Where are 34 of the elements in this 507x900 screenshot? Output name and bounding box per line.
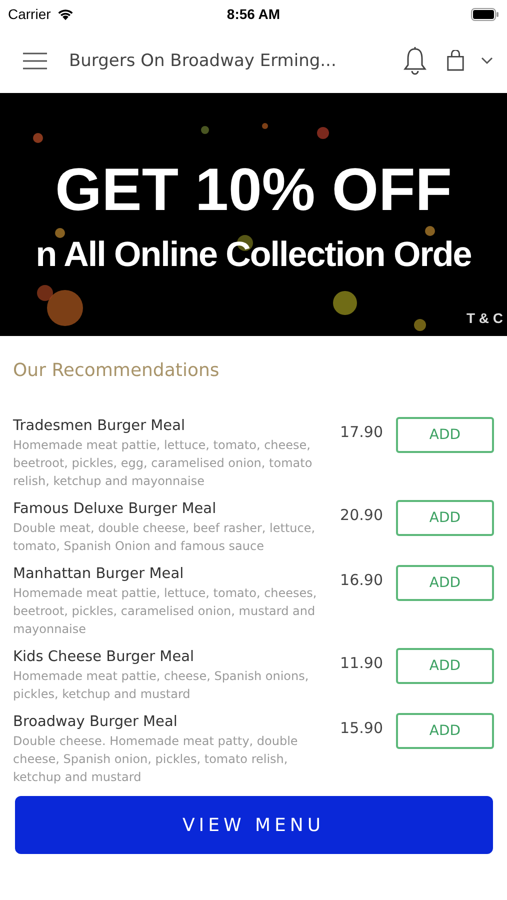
add-button[interactable]: ADD [396,500,494,536]
restaurant-title[interactable]: Burgers On Broadway Erming... [69,50,402,70]
add-button[interactable]: ADD [396,417,494,453]
item-name: Kids Cheese Burger Meal [13,648,196,667]
add-button[interactable]: ADD [396,713,494,749]
terms-label: T & C [466,310,503,326]
item-description: Homemade meat pattie, lettuce, tomato, cheeses, beetroot, pickles, caramelised onion, mustard and mayonnaise [13,585,318,638]
view-menu-button[interactable]: VIEW MENU [14,796,492,854]
carrier-label: Carrier [8,6,51,22]
item-description: Double cheese. Homemade meat patty, double cheese, Spanish onion, pickles, tomato relish, ketchup and mustard [13,733,299,786]
item-price: 20.90 [339,506,383,524]
battery-icon [470,8,499,20]
bell-icon[interactable] [402,46,428,76]
section-heading: Our Recommendations [13,360,220,381]
shopping-bag-icon[interactable] [446,50,465,71]
item-name: Tradesmen Burger Meal [13,417,186,436]
item-description: Homemade meat pattie, lettuce, tomato, cheese, beetroot, pickles, egg, caramelised onion, tomato relish, ketchup and mayonnaise [13,437,314,490]
chevron-down-icon[interactable] [481,56,493,64]
item-name: Manhattan Burger Meal [13,565,185,584]
item-name: Famous Deluxe Burger Meal [13,500,218,519]
item-price: 11.90 [339,654,383,672]
item-name: Broadway Burger Meal [13,713,178,732]
item-price: 15.90 [339,719,383,737]
wifi-icon [56,7,75,21]
item-description: Homemade meat pattie, cheese, Spanish onions, pickles, ketchup and mustard [13,668,310,703]
clock-time: 8:56 AM [226,6,280,22]
item-description: Double meat, double cheese, beef rasher, lettuce, tomato, Spanish Onion and famous sauce [13,520,316,555]
menu-icon[interactable] [23,52,47,70]
promo-subline: n All Online Collection Orde [36,234,472,276]
add-button[interactable]: ADD [396,648,494,684]
item-price: 16.90 [339,571,383,589]
add-button[interactable]: ADD [396,565,494,601]
item-price: 17.90 [339,423,383,441]
promo-headline: GET 10% OFF [55,155,452,225]
